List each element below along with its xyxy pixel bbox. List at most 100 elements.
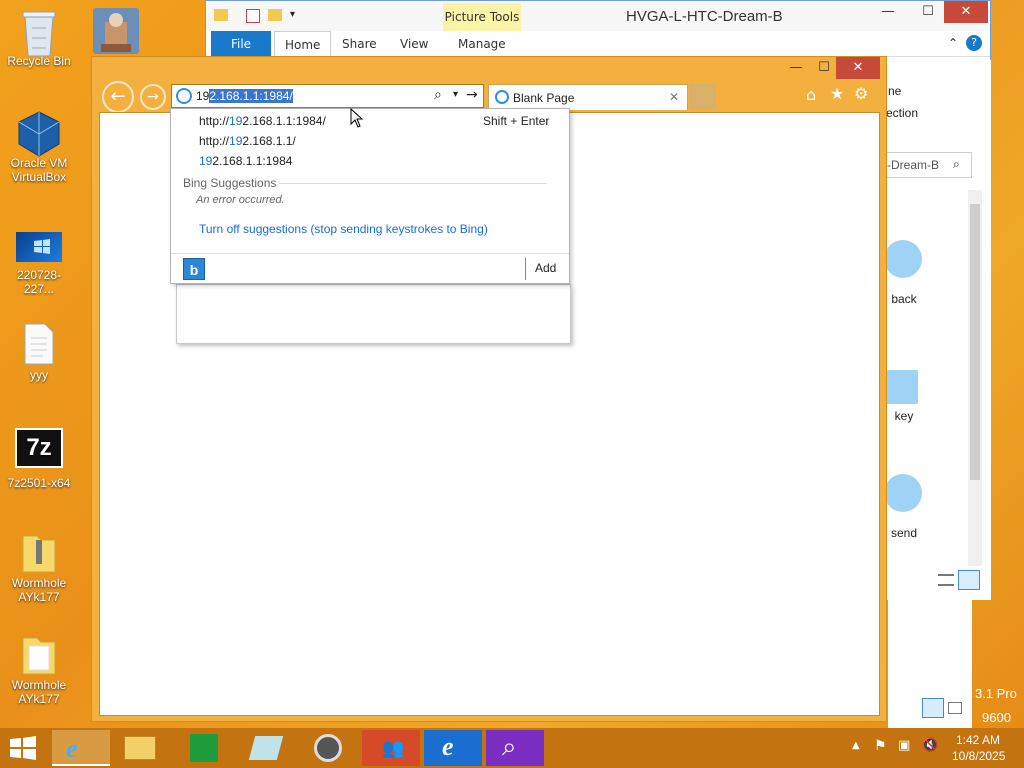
7zip-glyph: 7z	[26, 434, 52, 461]
ie-page-icon	[176, 88, 192, 104]
taskbar-file-explorer[interactable]	[112, 730, 170, 766]
action-center-flag-icon[interactable]: ⚑	[874, 738, 887, 754]
ribbon-tab-file[interactable]: File	[211, 31, 271, 57]
search-box-text: -Dream-B	[887, 158, 940, 172]
new-tab-button[interactable]	[689, 84, 716, 110]
ie-icon: e	[442, 732, 454, 761]
details-view-icon[interactable]	[922, 698, 944, 718]
send-item-icon[interactable]	[884, 474, 924, 520]
close-tab-icon[interactable]: ✕	[669, 90, 679, 104]
explorer-ribbon-snippet: ection	[886, 106, 919, 120]
desktop-icon-wormhole-1[interactable]: Wormhole AYk177	[2, 530, 76, 604]
explorer-titlebar[interactable]: ▾ Picture Tools HVGA-L-HTC-Dream-B — ☐ ✕	[206, 1, 990, 31]
address-dropdown-icon[interactable]: ▾	[453, 89, 458, 100]
home-icon[interactable]: ⌂	[806, 85, 816, 104]
show-hidden-icons-icon[interactable]: ▲	[852, 740, 860, 751]
windows-build-watermark: 9600	[982, 710, 1011, 725]
new-folder-icon[interactable]	[268, 9, 282, 21]
address-typed: 19	[196, 89, 210, 103]
go-arrow-icon[interactable]: →	[466, 87, 478, 103]
quick-access-dropdown-icon[interactable]: ▾	[290, 9, 295, 20]
close-button[interactable]: ✕	[836, 57, 880, 79]
large-icons-view-icon[interactable]	[958, 570, 980, 590]
store-icon	[190, 734, 218, 762]
clock-time[interactable]: 1:42 AM	[956, 733, 1000, 747]
ie-tab-icon	[495, 90, 509, 104]
explorer-scrollbar[interactable]	[968, 190, 982, 566]
folder-icon	[124, 736, 156, 760]
properties-icon[interactable]	[246, 9, 260, 23]
suggestion-item[interactable]: http://192.168.1.1/	[199, 134, 296, 148]
bing-suggestions-header: Bing Suggestions	[183, 176, 277, 190]
taskbar-ie-blue[interactable]: e	[424, 730, 482, 766]
ribbon-tab-view[interactable]: View	[390, 31, 438, 57]
ribbon-tab-share[interactable]: Share	[332, 31, 387, 57]
settings-gear-icon[interactable]: ⚙	[854, 84, 868, 103]
back-item-icon[interactable]	[884, 240, 924, 286]
shortcut-hint: Shift + Enter	[483, 114, 550, 128]
desktop-icon-yyy[interactable]: yyy	[2, 322, 76, 382]
desktop-icon-label: yyy	[30, 368, 48, 382]
desktop-icon-label: Wormhole AYk177	[11, 678, 67, 706]
taskbar-app-book[interactable]	[236, 730, 294, 766]
item-label-back: back	[891, 292, 917, 306]
desktop-icon-7zip[interactable]: 7z 7z2501-x64	[2, 428, 76, 490]
ribbon-tab-home[interactable]: Home	[274, 31, 332, 57]
zip-folder-icon	[17, 530, 61, 574]
favorites-star-icon[interactable]: ★	[830, 84, 844, 103]
item-label-send: send	[890, 526, 918, 540]
ie-icon: e	[66, 734, 78, 763]
taskbar-app-people[interactable]: 👥	[362, 730, 420, 766]
bing-logo-icon[interactable]: b	[183, 258, 205, 280]
taskbar-app-raccoon[interactable]	[298, 730, 356, 766]
ribbon-tabs: File Home Share View Manage ⌃ ?	[206, 31, 990, 57]
suggestion-item[interactable]: http://192.168.1.1:1984/	[199, 114, 326, 128]
preview-pane-icon[interactable]	[948, 702, 962, 714]
suggestion-item[interactable]: 192.168.1.1:1984	[199, 154, 292, 168]
back-button[interactable]: ←	[102, 81, 134, 113]
scrollbar-thumb[interactable]	[970, 204, 980, 480]
address-suggestions-dropdown: http://192.168.1.1:1984/ Shift + Enter h…	[170, 108, 570, 284]
desktop-icon-label: 7z2501-x64	[7, 476, 71, 490]
volume-muted-icon[interactable]: 🔇	[922, 738, 938, 753]
desktop-icon-app[interactable]	[92, 8, 140, 56]
desktop-icon-recycle-bin[interactable]: Recycle Bin	[2, 8, 76, 68]
details-view-icon[interactable]	[938, 574, 954, 586]
desktop-icon-wormhole-2[interactable]: Wormhole AYk177	[2, 632, 76, 706]
address-text[interactable]: 192.168.1.1:1984/	[196, 89, 293, 103]
desktop-icon-image[interactable]: 220728-227...	[2, 232, 76, 296]
explorer-search-box[interactable]: -Dream-B ⌕	[884, 152, 972, 178]
start-button[interactable]	[8, 736, 38, 760]
help-icon[interactable]: ?	[966, 35, 982, 51]
desktop-icon-label: Wormhole AYk177	[11, 576, 67, 604]
desktop-icon-label: Oracle VM VirtualBox	[10, 156, 68, 184]
taskbar: e 👥 e ⌕ ▲ ⚑ ▣ 🔇 1:42 AM 10/8/2025	[0, 728, 1024, 768]
folder-icon	[17, 632, 61, 676]
minimize-button[interactable]: —	[870, 1, 906, 23]
dropdown-underlay	[176, 284, 571, 344]
address-bar[interactable]: 192.168.1.1:1984/ ⌕ ▾ →	[171, 84, 484, 108]
recycle-bin-icon	[17, 8, 61, 57]
app-thumbnail-icon	[93, 8, 139, 54]
maximize-button[interactable]: ☐	[910, 1, 946, 23]
collapse-ribbon-icon[interactable]: ⌃	[948, 36, 958, 50]
search-icon[interactable]: ⌕	[953, 157, 960, 172]
network-icon[interactable]: ▣	[898, 738, 910, 753]
virtualbox-icon	[17, 110, 61, 157]
search-icon[interactable]: ⌕	[434, 87, 442, 103]
book-icon	[248, 736, 284, 760]
suggestion-error: An error occurred.	[196, 194, 285, 206]
turn-off-suggestions-link[interactable]: Turn off suggestions (stop sending keyst…	[199, 222, 488, 236]
folder-icon	[214, 9, 228, 21]
ribbon-tab-manage[interactable]: Manage	[448, 31, 516, 57]
desktop-icon-virtualbox[interactable]: Oracle VM VirtualBox	[2, 110, 76, 184]
taskbar-store[interactable]	[174, 730, 232, 766]
clock-date[interactable]: 10/8/2025	[952, 749, 1005, 763]
taskbar-search[interactable]: ⌕	[486, 730, 544, 766]
add-button[interactable]: Add	[535, 261, 556, 275]
close-button[interactable]: ✕	[944, 1, 988, 23]
forward-button[interactable]: →	[140, 84, 166, 110]
explorer-title: HVGA-L-HTC-Dream-B	[626, 8, 783, 25]
taskbar-ie-active[interactable]: e	[52, 730, 110, 766]
browser-tab[interactable]: Blank Page ✕	[488, 84, 688, 110]
